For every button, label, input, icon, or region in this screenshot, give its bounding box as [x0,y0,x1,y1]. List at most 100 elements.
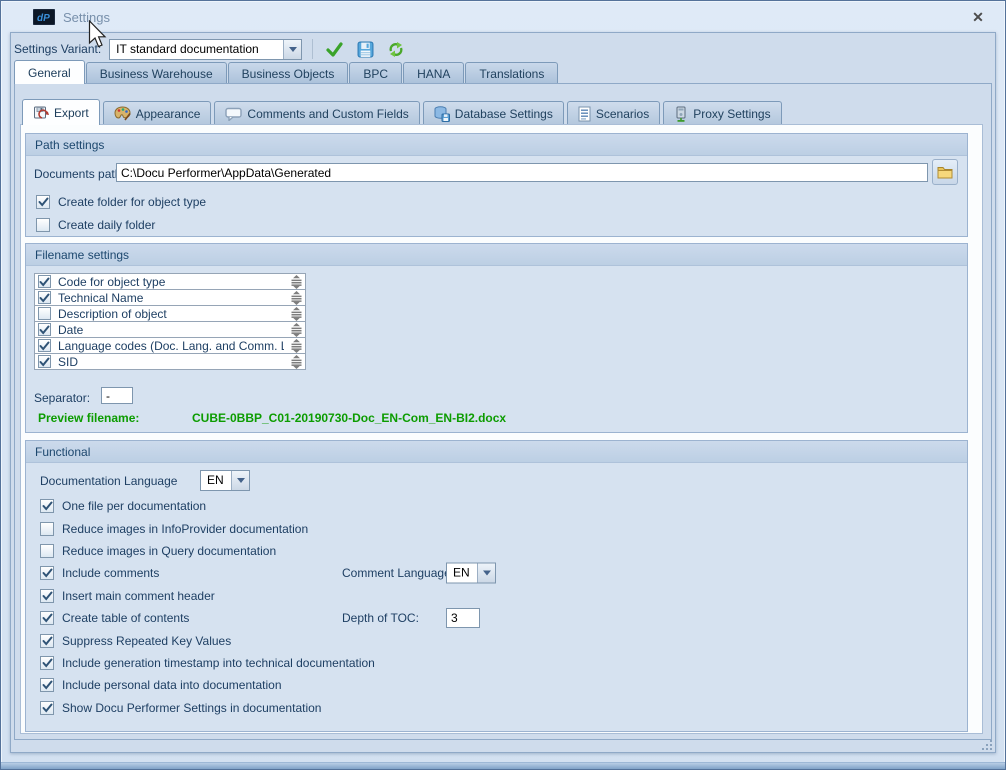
tab-export[interactable]: Export [22,99,100,125]
tab-business-warehouse[interactable]: Business Warehouse [86,62,227,84]
settings-variant-label: Settings Variant: [14,42,101,56]
checkbox-checked[interactable] [40,678,54,692]
settings-variant-dropdown[interactable]: IT standard documentation [109,39,302,60]
settings-dialog: Settings Variant: IT standard documentat… [10,32,996,753]
checkbox-checked[interactable] [40,589,54,603]
checkbox-checked[interactable] [40,566,54,580]
checkbox-checked[interactable] [38,275,51,288]
option-show-docu-performer-settings-in-documentation[interactable]: Show Docu Performer Settings in document… [40,697,959,719]
browse-folder-button[interactable] [932,159,958,185]
settings-variant-value: IT standard documentation [110,40,283,59]
group-title: Functional [26,441,967,463]
chevron-down-icon[interactable] [283,40,301,59]
option-insert-main-comment-header[interactable]: Insert main comment header [40,585,959,607]
option-reduce-images-in-infoprovider-documentation[interactable]: Reduce images in InfoProvider documentat… [40,517,959,539]
group-title: Path settings [26,134,967,156]
save-button[interactable] [353,38,377,60]
checkbox-checked[interactable] [38,339,51,352]
option-label: Include personal data into documentation [62,678,282,692]
tab-label: Scenarios [596,107,649,121]
checkbox-checked[interactable] [40,634,54,648]
checkbox-checked[interactable] [38,355,51,368]
option-suppress-repeated-key-values[interactable]: Suppress Repeated Key Values [40,629,959,651]
refresh-icon [387,41,405,58]
checkbox-checked[interactable] [40,611,54,625]
tab-business-objects[interactable]: Business Objects [228,62,349,84]
comment-language-dropdown[interactable]: EN [446,563,496,584]
option-label: Suppress Repeated Key Values [62,634,231,648]
checkbox-checked[interactable] [36,195,50,209]
drag-handle-icon[interactable] [291,355,302,369]
chevron-down-icon[interactable] [231,471,249,490]
tab-label: Proxy Settings [693,107,770,121]
tab-database-settings[interactable]: Database Settings [423,101,564,125]
close-icon[interactable]: ✕ [969,9,987,25]
checkbox-unchecked[interactable] [40,544,54,558]
option-one-file-per-documentation[interactable]: One file per documentation [40,495,959,517]
svg-text:dP: dP [37,13,50,24]
comment-language-label: Comment Language [342,566,451,580]
refresh-button[interactable] [384,38,408,60]
checkbox-unchecked[interactable] [40,522,54,536]
separator-input[interactable] [101,387,133,404]
tab-general[interactable]: General [14,60,85,84]
tab-label: HANA [417,67,450,81]
filename-parts-list: Code for object typeTechnical NameDescri… [34,273,306,370]
drag-handle-icon[interactable] [291,323,302,337]
option-include-personal-data-into-documentation[interactable]: Include personal data into documentation [40,674,959,696]
tab-appearance[interactable]: Appearance [103,101,212,125]
checkbox-checked[interactable] [38,291,51,304]
filename-part-date[interactable]: Date [34,321,306,338]
tab-label: Export [54,106,89,120]
option-label: Include generation timestamp into techni… [62,656,375,670]
drag-handle-icon[interactable] [291,339,302,353]
checkbox-checked[interactable] [38,323,51,336]
tab-comments-and-custom-fields[interactable]: Comments and Custom Fields [214,101,419,125]
filename-part-label: Date [58,323,284,337]
documentation-language-dropdown[interactable]: EN [200,470,250,491]
apply-button[interactable] [322,38,346,60]
filename-part-label: Code for object type [58,275,284,289]
filename-part-code-for-object-type[interactable]: Code for object type [34,273,306,290]
depth-of-toc-input[interactable] [446,608,480,628]
titlebar[interactable]: dP Settings ✕ [3,3,1003,31]
option-label: Reduce images in InfoProvider documentat… [62,522,308,536]
option-reduce-images-in-query-documentation[interactable]: Reduce images in Query documentation [40,540,959,562]
drag-handle-icon[interactable] [291,275,302,289]
option-include-comments[interactable]: Include comments Comment LanguageEN [40,562,959,584]
path-settings-group: Path settings Documents path: Create fol… [25,133,968,237]
filename-part-language-codes-doc-lang-and-comm-lang[interactable]: Language codes (Doc. Lang. and Comm. Lan… [34,337,306,354]
drag-handle-icon[interactable] [291,291,302,305]
export-icon [33,105,49,121]
checkbox-checked[interactable] [40,701,54,715]
filename-part-sid[interactable]: SID [34,353,306,370]
general-tab-page: Export AppearanceComments and Custom Fiel… [14,83,992,740]
option-label: Include comments [62,566,159,580]
toolbar-separator [312,39,313,59]
option-include-generation-timestamp-into-technical-documentation[interactable]: Include generation timestamp into techni… [40,652,959,674]
option-create-daily-folder[interactable]: Create daily folder [36,218,155,232]
filename-part-technical-name[interactable]: Technical Name [34,289,306,306]
filename-part-description-of-object[interactable]: Description of object [34,305,306,322]
checkbox-unchecked[interactable] [38,307,51,320]
tab-proxy-settings[interactable]: Proxy Settings [663,101,781,125]
variant-toolbar: Settings Variant: IT standard documentat… [14,37,989,61]
checkbox-unchecked[interactable] [36,218,50,232]
tab-bpc[interactable]: BPC [349,62,402,84]
dropdown-value: EN [447,564,477,583]
drag-handle-icon[interactable] [291,307,302,321]
tab-translations[interactable]: Translations [465,62,558,84]
database-icon [434,106,450,122]
checkbox-checked[interactable] [40,499,54,513]
checkbox-checked[interactable] [40,656,54,670]
tab-hana[interactable]: HANA [403,62,464,84]
export-tab-page: Path settings Documents path: Create fol… [20,124,983,734]
chevron-down-icon[interactable] [477,564,495,583]
documents-path-input[interactable] [116,163,928,182]
sub-tab-bar: Export AppearanceComments and Custom Fiel… [22,100,785,125]
tab-label: BPC [363,67,388,81]
tab-label: Database Settings [455,107,553,121]
option-create-folder-for-object-type[interactable]: Create folder for object type [36,195,206,209]
tab-scenarios[interactable]: Scenarios [567,101,660,125]
option-create-table-of-contents[interactable]: Create table of contentsDepth of TOC: [40,607,959,629]
